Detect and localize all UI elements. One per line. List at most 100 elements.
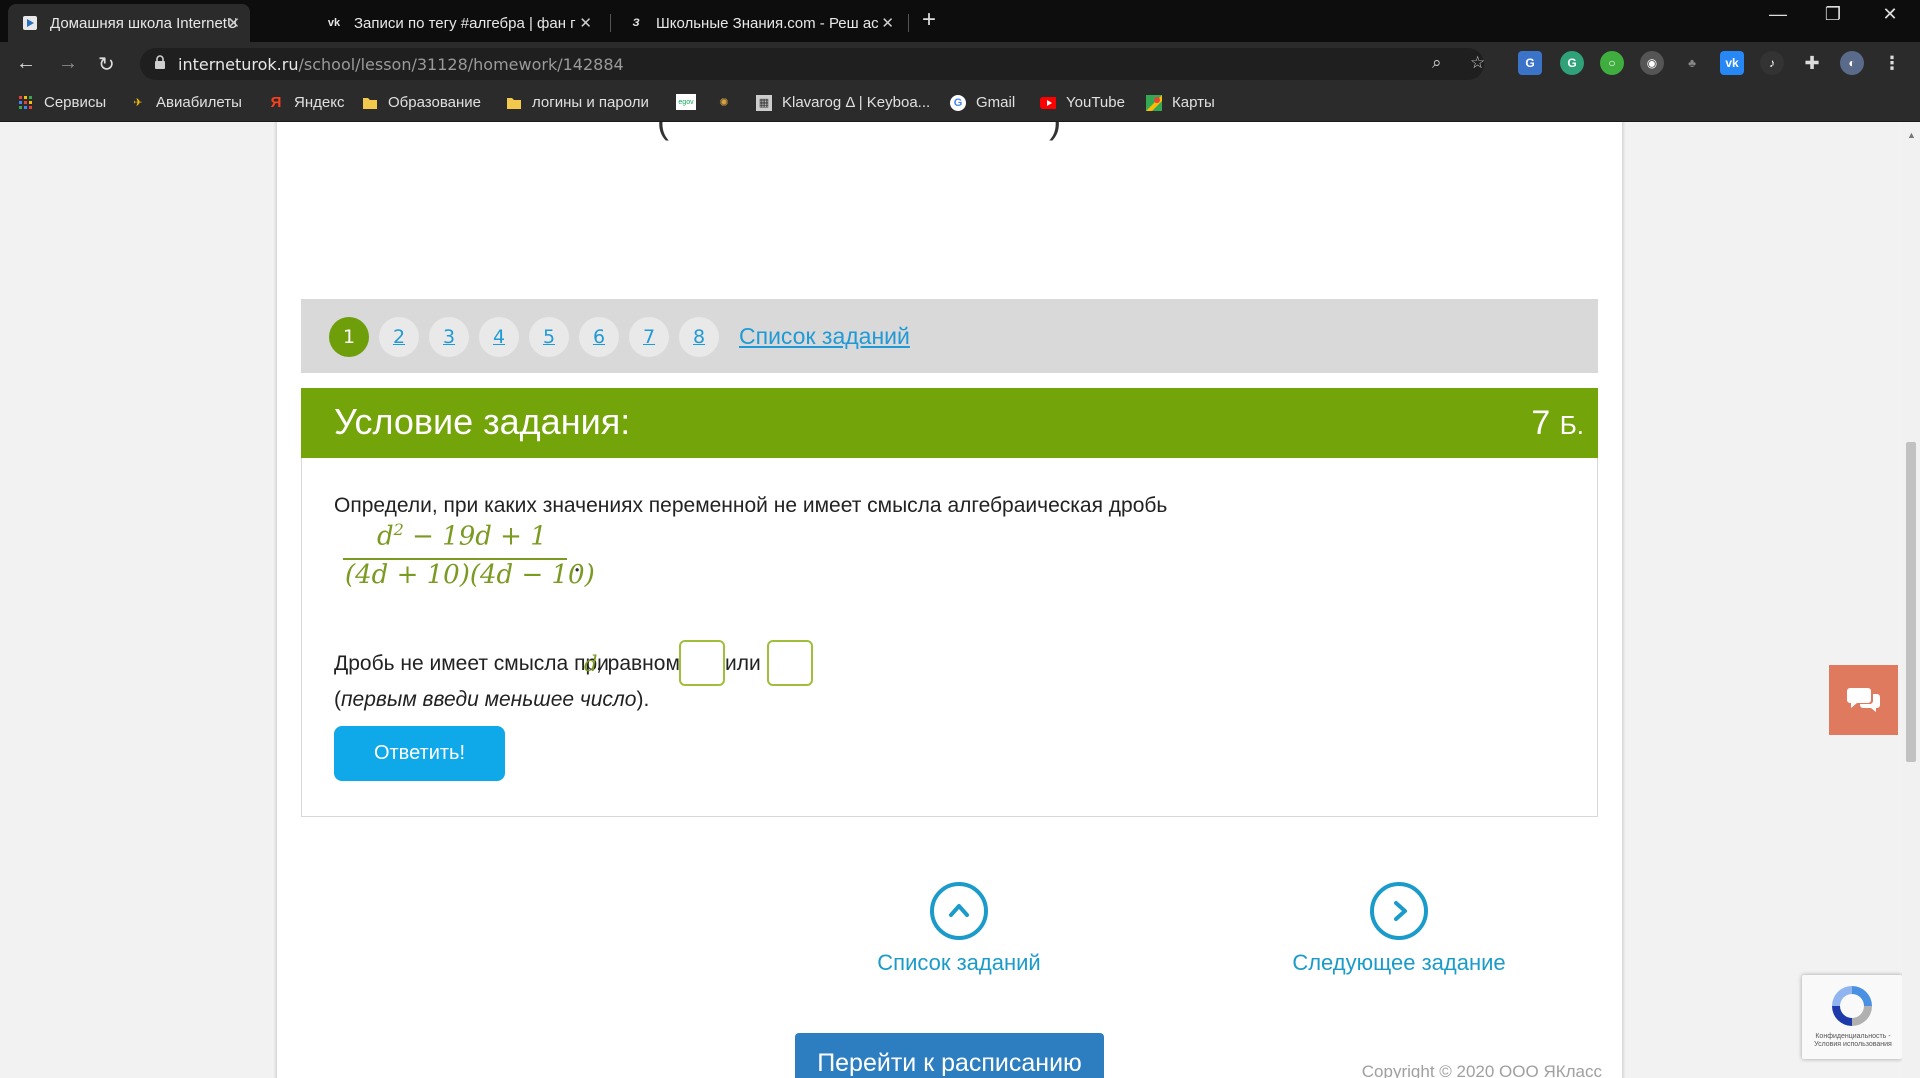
bookmark-logins[interactable]: логины и пароли xyxy=(506,94,649,111)
page-scrollbar[interactable]: ▲ xyxy=(1902,122,1920,1078)
recaptcha-logo-icon xyxy=(1832,986,1872,1026)
bookmark-egov[interactable]: egov xyxy=(676,94,706,110)
close-window-icon[interactable]: ✕ xyxy=(1870,4,1910,25)
profile-avatar[interactable]: ◐ xyxy=(1840,51,1864,75)
task-list-nav[interactable]: Список заданий xyxy=(864,882,1054,976)
bookmark-gmail[interactable]: G Gmail xyxy=(950,94,1015,111)
bookmarks-bar: Сервисы ✈ Авиабилеты Я Яндекс Образовани… xyxy=(0,86,1920,122)
bookmark-yandex[interactable]: Я Яндекс xyxy=(268,94,345,111)
lock-icon xyxy=(155,55,165,69)
bookmark-maps[interactable]: Карты xyxy=(1146,94,1215,111)
submit-answer-button[interactable]: Ответить! xyxy=(334,726,505,781)
algebraic-fraction: d2 − 19d + 1 (4d + 10)(4d − 10) . xyxy=(343,520,595,590)
translate-extension-icon[interactable]: G xyxy=(1518,51,1542,75)
reload-icon[interactable]: ↻ xyxy=(98,52,115,77)
back-arrow-icon[interactable]: ← xyxy=(16,52,36,75)
restore-icon[interactable]: ❐ xyxy=(1813,4,1853,25)
new-tab-plus-icon[interactable]: + xyxy=(922,6,936,34)
tab-title: Школьные Знания.com - Реш ас xyxy=(656,14,879,32)
chat-bubbles-icon xyxy=(1846,688,1880,712)
condition-body: Определи, при каких значениях переменной… xyxy=(301,458,1598,817)
answer-prefix: Дробь не имеет смысла при xyxy=(334,652,609,675)
tab-separator xyxy=(908,14,909,32)
bookmark-klavarog[interactable]: ▦ Klavarog Δ | Keyboa... xyxy=(756,94,930,111)
next-task-nav-label: Следующее задание xyxy=(1292,950,1506,975)
numerator-exponent: 2 xyxy=(393,520,404,539)
answer-input-1[interactable] xyxy=(679,640,725,686)
tab-znanija[interactable]: З Школьные Знания.com - Реш ас ✕ xyxy=(614,4,904,42)
go-to-schedule-button[interactable]: Перейти к расписанию xyxy=(795,1033,1104,1078)
tab-close-icon[interactable]: ✕ xyxy=(579,14,592,32)
yandex-icon: Я xyxy=(270,94,282,111)
forward-arrow-icon[interactable]: → xyxy=(58,52,78,75)
bookmark-star-icon[interactable]: ☆ xyxy=(1470,53,1485,73)
page-5-button[interactable]: 5 xyxy=(529,317,569,357)
interneturok-favicon-icon xyxy=(22,15,38,31)
folder-icon xyxy=(506,95,522,111)
tab-close-icon[interactable]: ✕ xyxy=(227,14,240,32)
znanija-favicon-icon: З xyxy=(632,17,640,29)
page-7-button[interactable]: 7 xyxy=(629,317,669,357)
url-text: interneturok.ru/school/lesson/31128/home… xyxy=(178,55,624,74)
bookmark-emblem[interactable]: ✺ xyxy=(716,94,742,110)
folder-icon xyxy=(362,95,378,111)
extensions-puzzle-icon[interactable]: ✚ xyxy=(1800,51,1824,75)
menu-kebab-icon[interactable]: ⋮ xyxy=(1880,51,1904,75)
bookmark-label: Сервисы xyxy=(44,94,107,111)
scrollbar-thumb[interactable] xyxy=(1906,442,1916,762)
minimize-icon[interactable]: — xyxy=(1758,4,1798,25)
zoom-icon[interactable]: ⌕ xyxy=(1432,53,1442,73)
task-list-link[interactable]: Список заданий xyxy=(739,323,910,350)
lesson-card: ( ) 1 2 3 4 5 6 7 8 Список заданий Услов… xyxy=(277,122,1622,1078)
page-viewport: ( ) 1 2 3 4 5 6 7 8 Список заданий Услов… xyxy=(0,122,1902,1078)
klavarog-icon: ▦ xyxy=(756,94,772,111)
chat-button[interactable] xyxy=(1829,665,1898,735)
page-4-button[interactable]: 4 xyxy=(479,317,519,357)
maps-icon xyxy=(1146,94,1162,111)
grammarly-extension-icon[interactable]: G xyxy=(1560,51,1584,75)
chevron-right-icon xyxy=(1370,882,1428,940)
condition-header: Условие задания: 7 Б. xyxy=(301,388,1598,458)
fraction-period: . xyxy=(573,548,582,578)
recaptcha-text: Конфиденциальность - Условия использован… xyxy=(1814,1033,1892,1048)
cut-off-heading: ( ) xyxy=(657,122,1061,142)
bookmark-services[interactable]: Сервисы xyxy=(18,94,106,111)
answer-or: или xyxy=(725,652,761,675)
bookmark-label: логины и пароли xyxy=(532,94,649,111)
tree-extension-icon[interactable]: ♣ xyxy=(1680,51,1704,75)
page-6-button[interactable]: 6 xyxy=(579,317,619,357)
vk-music-extension-icon[interactable]: ♪ xyxy=(1760,51,1784,75)
bookmark-label: Карты xyxy=(1172,94,1215,111)
bookmark-youtube[interactable]: YouTube xyxy=(1040,94,1125,111)
page-1-button[interactable]: 1 xyxy=(329,317,369,357)
vpn-extension-icon[interactable]: ◉ xyxy=(1640,51,1664,75)
page-3-button[interactable]: 3 xyxy=(429,317,469,357)
task-list-nav-label: Список заданий xyxy=(877,950,1041,975)
green-circle-extension-icon[interactable]: ○ xyxy=(1600,51,1624,75)
note-italic: первым введи меньшее число xyxy=(341,688,637,711)
tab-close-icon[interactable]: ✕ xyxy=(881,14,894,32)
page-2-button[interactable]: 2 xyxy=(379,317,419,357)
numerator-base: d xyxy=(377,521,394,552)
address-bar[interactable]: interneturok.ru/school/lesson/31128/home… xyxy=(140,48,1485,80)
page-8-button[interactable]: 8 xyxy=(679,317,719,357)
bookmark-aviabilety[interactable]: ✈ Авиабилеты xyxy=(130,94,242,111)
fraction-numerator: d2 − 19d + 1 xyxy=(377,520,547,552)
tab-vk[interactable]: vk Записи по тегу #алгебра | фан г ✕ xyxy=(312,4,602,42)
numerator-rest: − 19d + 1 xyxy=(403,521,547,552)
apps-grid-icon xyxy=(18,95,34,111)
url-host: interneturok.ru xyxy=(178,55,299,74)
next-task-nav[interactable]: Следующее задание xyxy=(1289,882,1509,976)
recaptcha-badge[interactable]: Конфиденциальность - Условия использован… xyxy=(1802,975,1902,1059)
bookmark-label: Klavarog Δ | Keyboa... xyxy=(782,94,931,111)
copyright-text: Copyright © 2020 ООО ЯКласс xyxy=(1361,1062,1602,1078)
tab-interneturok[interactable]: Домашняя школа InternetUrok.r ✕ xyxy=(8,4,250,42)
url-path: /school/lesson/31128/homework/142884 xyxy=(298,55,624,74)
bookmark-obrazovanie[interactable]: Образование xyxy=(362,94,481,111)
bookmark-label: Авиабилеты xyxy=(156,94,242,111)
answer-note: (первым введи меньшее число). xyxy=(334,688,649,712)
vk-extension-icon[interactable]: vk xyxy=(1720,51,1744,75)
note-open: ( xyxy=(334,688,341,711)
answer-input-2[interactable] xyxy=(767,640,813,686)
scroll-up-arrow-icon[interactable]: ▲ xyxy=(1907,130,1916,140)
